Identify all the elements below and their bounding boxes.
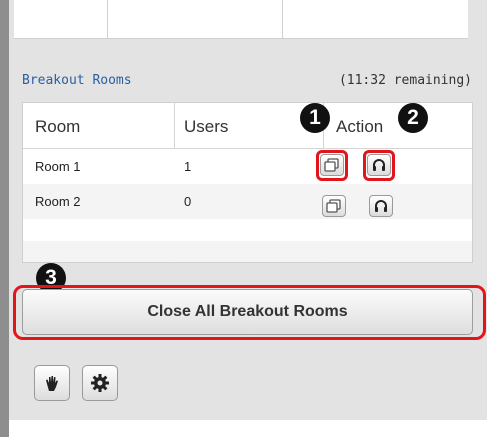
settings-button[interactable] — [82, 365, 118, 401]
listen-room-button[interactable] — [367, 154, 391, 176]
close-all-breakout-rooms-button[interactable]: Close All Breakout Rooms — [22, 289, 473, 335]
join-room-button[interactable] — [320, 154, 344, 176]
raise-hand-icon — [46, 376, 58, 391]
copy-window-icon — [326, 199, 341, 213]
section-title: Breakout Rooms — [22, 73, 132, 88]
room-name: Room 2 — [35, 194, 81, 209]
table-row-empty — [23, 241, 472, 262]
room-user-count: 1 — [184, 159, 192, 174]
left-border — [0, 0, 9, 437]
join-room-button[interactable] — [322, 195, 346, 217]
gear-icon — [91, 374, 109, 392]
headphones-icon — [373, 159, 385, 171]
column-header-room: Room — [35, 117, 81, 136]
table-row: Room 2 0 — [23, 184, 472, 219]
previous-table-divider — [282, 0, 283, 38]
listen-room-button[interactable] — [369, 195, 393, 217]
time-remaining: (11:32 remaining) — [338, 73, 472, 88]
room-name: Room 1 — [35, 159, 81, 174]
column-header-action: Action — [336, 117, 384, 136]
callout-badge-2: 2 — [398, 103, 428, 133]
callout-badge-1: 1 — [300, 103, 330, 133]
previous-table — [14, 0, 468, 39]
raise-hand-button[interactable] — [34, 365, 70, 401]
headphones-icon — [375, 200, 387, 212]
previous-table-divider — [107, 0, 108, 38]
panel-bottom-gap — [9, 420, 487, 437]
table-row: Room 1 1 — [23, 149, 472, 184]
copy-window-icon — [324, 158, 339, 172]
room-user-count: 0 — [184, 194, 192, 209]
table-row-empty — [23, 219, 472, 241]
column-header-users: Users — [184, 117, 229, 136]
